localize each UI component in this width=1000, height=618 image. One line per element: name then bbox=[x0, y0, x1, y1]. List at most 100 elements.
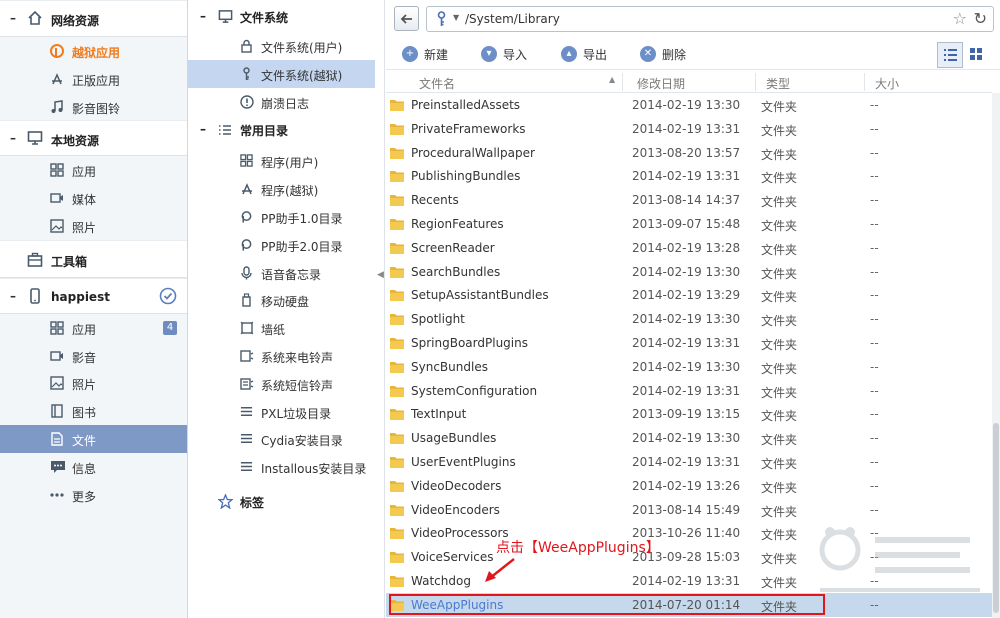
dir-item-wallpaper[interactable]: 墙纸 bbox=[188, 314, 384, 342]
common-dirs-header[interactable]: – 常用目录 bbox=[188, 115, 384, 147]
sidebar-section-device[interactable]: – happiest bbox=[0, 277, 187, 314]
favorite-star-icon[interactable]: ☆ bbox=[953, 9, 967, 28]
collapse-icon[interactable]: – bbox=[200, 9, 206, 23]
scrollbar-thumb[interactable] bbox=[993, 423, 999, 613]
file-name[interactable]: ProceduralWallpaper bbox=[411, 146, 535, 160]
export-button[interactable]: ▴ 导出 bbox=[561, 45, 607, 63]
path-field[interactable]: ▼ /System/Library ☆ ↻ bbox=[426, 6, 994, 32]
dir-item-installous[interactable]: Installous安装目录 bbox=[188, 453, 384, 481]
file-name[interactable]: Spotlight bbox=[411, 312, 465, 326]
file-name[interactable]: PublishingBundles bbox=[411, 169, 520, 183]
dir-item-fs-jailbreak[interactable]: 文件系统(越狱) bbox=[188, 59, 375, 88]
sidebar-item-device-media[interactable]: 影音 bbox=[0, 342, 187, 370]
table-row[interactable]: SearchBundles 2014-02-19 13:30 文件夹 -- bbox=[386, 260, 992, 284]
file-name[interactable]: TextInput bbox=[411, 407, 466, 421]
sidebar-item-device-files[interactable]: 文件 bbox=[0, 424, 187, 453]
table-row[interactable]: RegionFeatures 2013-09-07 15:48 文件夹 -- bbox=[386, 212, 992, 236]
column-header-date[interactable]: 修改日期 bbox=[637, 75, 685, 92]
dir-item-ringtones[interactable]: 系统来电铃声 bbox=[188, 342, 384, 370]
dir-item-crash-logs[interactable]: 崩溃日志 bbox=[188, 88, 384, 116]
table-row[interactable]: TextInput 2013-09-19 13:15 文件夹 -- bbox=[386, 402, 992, 426]
dir-item-fs-user[interactable]: 文件系统(用户) bbox=[188, 32, 384, 60]
table-row[interactable]: ProceduralWallpaper 2013-08-20 13:57 文件夹 -- bbox=[386, 141, 992, 165]
table-row[interactable]: SystemConfiguration 2014-02-19 13:31 文件夹 -- bbox=[386, 379, 992, 403]
back-button[interactable] bbox=[394, 6, 419, 31]
file-name[interactable]: PreinstalledAssets bbox=[411, 98, 520, 112]
table-row[interactable]: SpringBoardPlugins 2014-02-19 13:31 文件夹 -- bbox=[386, 331, 992, 355]
file-name[interactable]: SystemConfiguration bbox=[411, 384, 537, 398]
list-view-button[interactable] bbox=[937, 42, 963, 68]
sidebar-item-local-apps[interactable]: 应用 bbox=[0, 156, 187, 184]
path-text[interactable]: /System/Library bbox=[465, 12, 560, 26]
dir-item-mobile-disk[interactable]: 移动硬盘 bbox=[188, 286, 384, 314]
sidebar-item-device-books[interactable]: 图书 bbox=[0, 397, 187, 425]
table-row[interactable]: VideoDecoders 2014-02-19 13:26 文件夹 -- bbox=[386, 474, 992, 498]
table-row[interactable]: Recents 2013-08-14 14:37 文件夹 -- bbox=[386, 188, 992, 212]
sidebar-section-network[interactable]: – 网络资源 bbox=[0, 0, 187, 37]
sidebar-section-local[interactable]: – 本地资源 bbox=[0, 120, 187, 157]
collapse-icon[interactable]: – bbox=[10, 11, 16, 25]
file-name[interactable]: ScreenReader bbox=[411, 241, 495, 255]
file-name[interactable]: SearchBundles bbox=[411, 265, 500, 279]
sidebar-item-media-ringtones[interactable]: 影音图铃 bbox=[0, 93, 187, 121]
sidebar-item-local-media[interactable]: 媒体 bbox=[0, 184, 187, 212]
column-header-type[interactable]: 类型 bbox=[766, 75, 790, 92]
file-name[interactable]: VideoProcessors bbox=[411, 526, 509, 540]
sidebar-item-jailbreak-apps[interactable]: 越狱应用 bbox=[0, 37, 187, 65]
column-divider[interactable] bbox=[864, 73, 865, 91]
table-row[interactable]: SetupAssistantBundles 2014-02-19 13:29 文件夹… bbox=[386, 283, 992, 307]
file-name[interactable]: UserEventPlugins bbox=[411, 455, 516, 469]
sidebar-item-device-apps[interactable]: 应用 4 bbox=[0, 314, 187, 342]
sidebar-item-device-more[interactable]: 更多 bbox=[0, 481, 187, 509]
file-name[interactable]: UsageBundles bbox=[411, 431, 496, 445]
dir-item-apps-jailbreak[interactable]: 程序(越狱) bbox=[188, 175, 384, 203]
table-row[interactable]: Spotlight 2014-02-19 13:30 文件夹 -- bbox=[386, 307, 992, 331]
collapse-icon[interactable]: – bbox=[200, 122, 206, 136]
sidebar-item-local-photos[interactable]: 照片 bbox=[0, 212, 187, 240]
dropdown-arrow-icon[interactable]: ▼ bbox=[453, 13, 459, 22]
tags-header[interactable]: 标签 bbox=[188, 485, 384, 517]
file-name[interactable]: VideoEncoders bbox=[411, 503, 500, 517]
file-name[interactable]: SetupAssistantBundles bbox=[411, 288, 549, 302]
dir-item-cydia[interactable]: Cydia安装目录 bbox=[188, 425, 384, 453]
file-name[interactable]: VideoDecoders bbox=[411, 479, 501, 493]
file-type: 文件夹 bbox=[761, 433, 798, 448]
new-button[interactable]: + 新建 bbox=[402, 45, 448, 63]
column-header-size[interactable]: 大小 bbox=[875, 75, 899, 92]
file-name[interactable]: SyncBundles bbox=[411, 360, 488, 374]
collapse-icon[interactable]: – bbox=[10, 289, 16, 303]
table-row[interactable]: ScreenReader 2014-02-19 13:28 文件夹 -- bbox=[386, 236, 992, 260]
dir-item-pp2[interactable]: PP助手2.0目录 bbox=[188, 231, 384, 259]
file-name[interactable]: PrivateFrameworks bbox=[411, 122, 526, 136]
sidebar-item-device-photos[interactable]: 照片 bbox=[0, 369, 187, 397]
file-name[interactable]: SpringBoardPlugins bbox=[411, 336, 528, 350]
collapse-icon[interactable]: – bbox=[10, 131, 16, 145]
dir-item-sms-tones[interactable]: 系统短信铃声 bbox=[188, 370, 384, 398]
table-row[interactable]: SyncBundles 2014-02-19 13:30 文件夹 -- bbox=[386, 355, 992, 379]
sidebar-item-store-apps[interactable]: 正版应用 bbox=[0, 65, 187, 93]
file-name[interactable]: Watchdog bbox=[411, 574, 471, 588]
table-row[interactable]: PrivateFrameworks 2014-02-19 13:31 文件夹 -- bbox=[386, 117, 992, 141]
dir-item-pxl-junk[interactable]: PXL垃圾目录 bbox=[188, 398, 384, 426]
sidebar-section-toolbox[interactable]: 工具箱 bbox=[0, 239, 187, 278]
filesystem-header[interactable]: – 文件系统 bbox=[188, 0, 384, 32]
dir-item-voice-memos[interactable]: 语音备忘录 bbox=[188, 259, 384, 287]
table-row[interactable]: PublishingBundles 2014-02-19 13:31 文件夹 -- bbox=[386, 164, 992, 188]
import-button[interactable]: ▾ 导入 bbox=[481, 45, 527, 63]
column-header-name[interactable]: 文件名 bbox=[419, 75, 455, 92]
vertical-scrollbar[interactable] bbox=[992, 93, 1000, 618]
sidebar-item-device-messages[interactable]: 信息 bbox=[0, 453, 187, 481]
dir-item-apps-user[interactable]: 程序(用户) bbox=[188, 147, 384, 175]
refresh-icon[interactable]: ↻ bbox=[974, 9, 987, 28]
file-name[interactable]: RegionFeatures bbox=[411, 217, 504, 231]
panel-collapse-handle[interactable]: ◀ bbox=[377, 270, 384, 280]
table-row[interactable]: UsageBundles 2014-02-19 13:30 文件夹 -- bbox=[386, 426, 992, 450]
grid-view-button[interactable] bbox=[964, 42, 990, 68]
column-divider[interactable] bbox=[622, 73, 623, 91]
delete-button[interactable]: ✕ 删除 bbox=[640, 45, 686, 63]
table-row[interactable]: PreinstalledAssets 2014-02-19 13:30 文件夹 -- bbox=[386, 93, 992, 117]
column-divider[interactable] bbox=[755, 73, 756, 91]
dir-item-pp1[interactable]: PP助手1.0目录 bbox=[188, 203, 384, 231]
table-row[interactable]: UserEventPlugins 2014-02-19 13:31 文件夹 -- bbox=[386, 450, 992, 474]
file-name[interactable]: Recents bbox=[411, 193, 459, 207]
